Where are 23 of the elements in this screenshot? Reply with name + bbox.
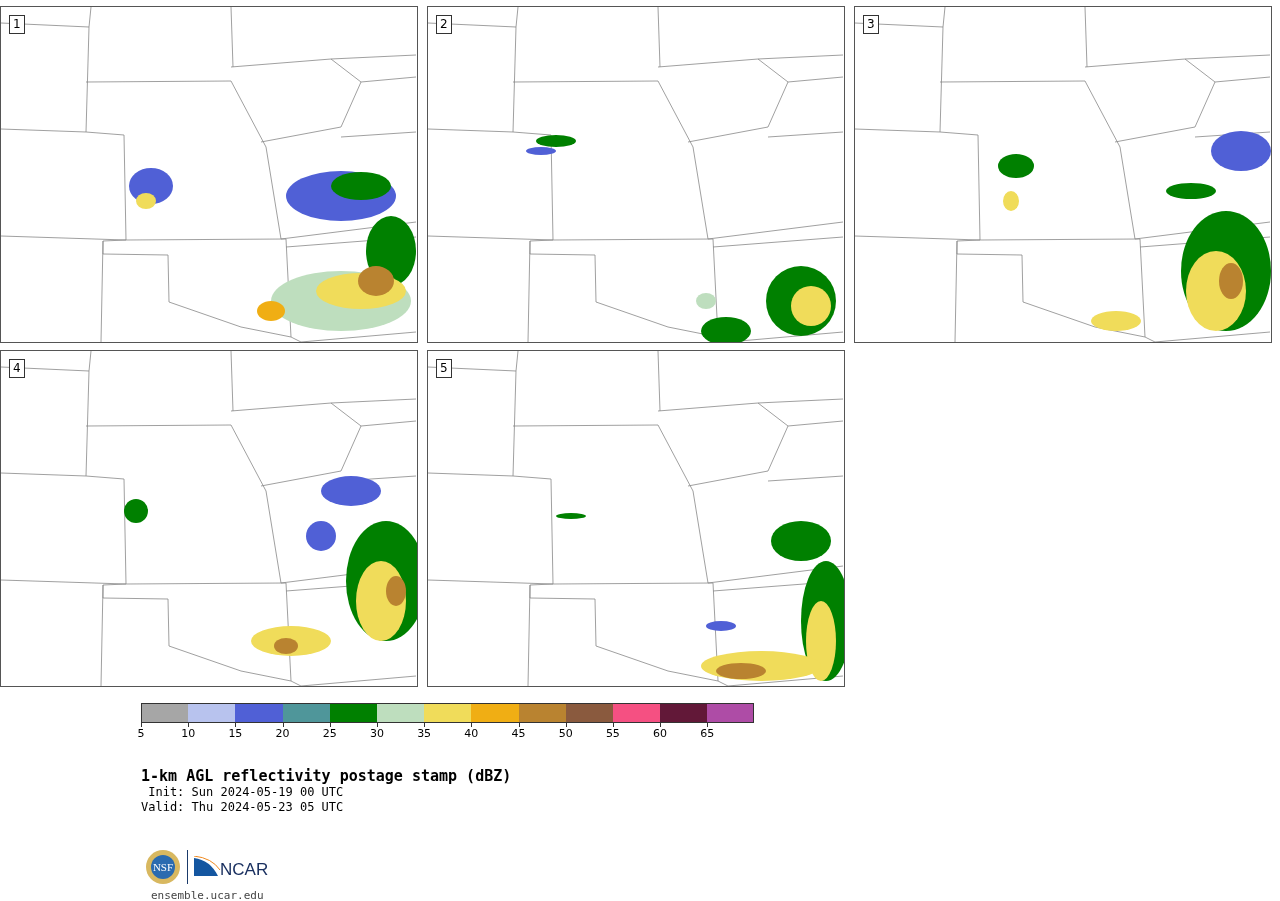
colorbar-tick-label: 30 [369, 727, 384, 740]
colorbar-tick-label: 50 [558, 727, 573, 740]
panel-number-label: 2 [436, 15, 452, 34]
panel-number-label: 3 [863, 15, 879, 34]
colorbar-tick-label: 40 [464, 727, 479, 740]
colorbar-tick-label: 60 [653, 727, 668, 740]
panel-number-label: 1 [9, 15, 25, 34]
chart-title: 1-km AGL reflectivity postage stamp (dBZ) [141, 767, 513, 785]
colorbar-tick-label: 25 [322, 727, 337, 740]
colorbar-tick-label: 65 [700, 727, 715, 740]
panel-number-label: 4 [9, 359, 25, 378]
nsf-logo-icon: NSF [145, 849, 181, 885]
colorbar-tick-label: 55 [605, 727, 620, 740]
colorbar-tick-label: 15 [228, 727, 243, 740]
colorbar-tick-label: 35 [417, 727, 432, 740]
colorbar-tick-label: 20 [275, 727, 290, 740]
colorbar-tick-label: 5 [137, 727, 145, 740]
valid-time-text: Valid: Thu 2024-05-23 05 UTC [141, 800, 345, 815]
panel-number-label: 5 [436, 359, 452, 378]
colorbar-tick-label: 45 [511, 727, 526, 740]
init-time-text: Init: Sun 2024-05-19 00 UTC [147, 785, 345, 800]
website-url-text: ensemble.ucar.edu [151, 889, 265, 901]
colorbar-tick-label: 10 [181, 727, 196, 740]
